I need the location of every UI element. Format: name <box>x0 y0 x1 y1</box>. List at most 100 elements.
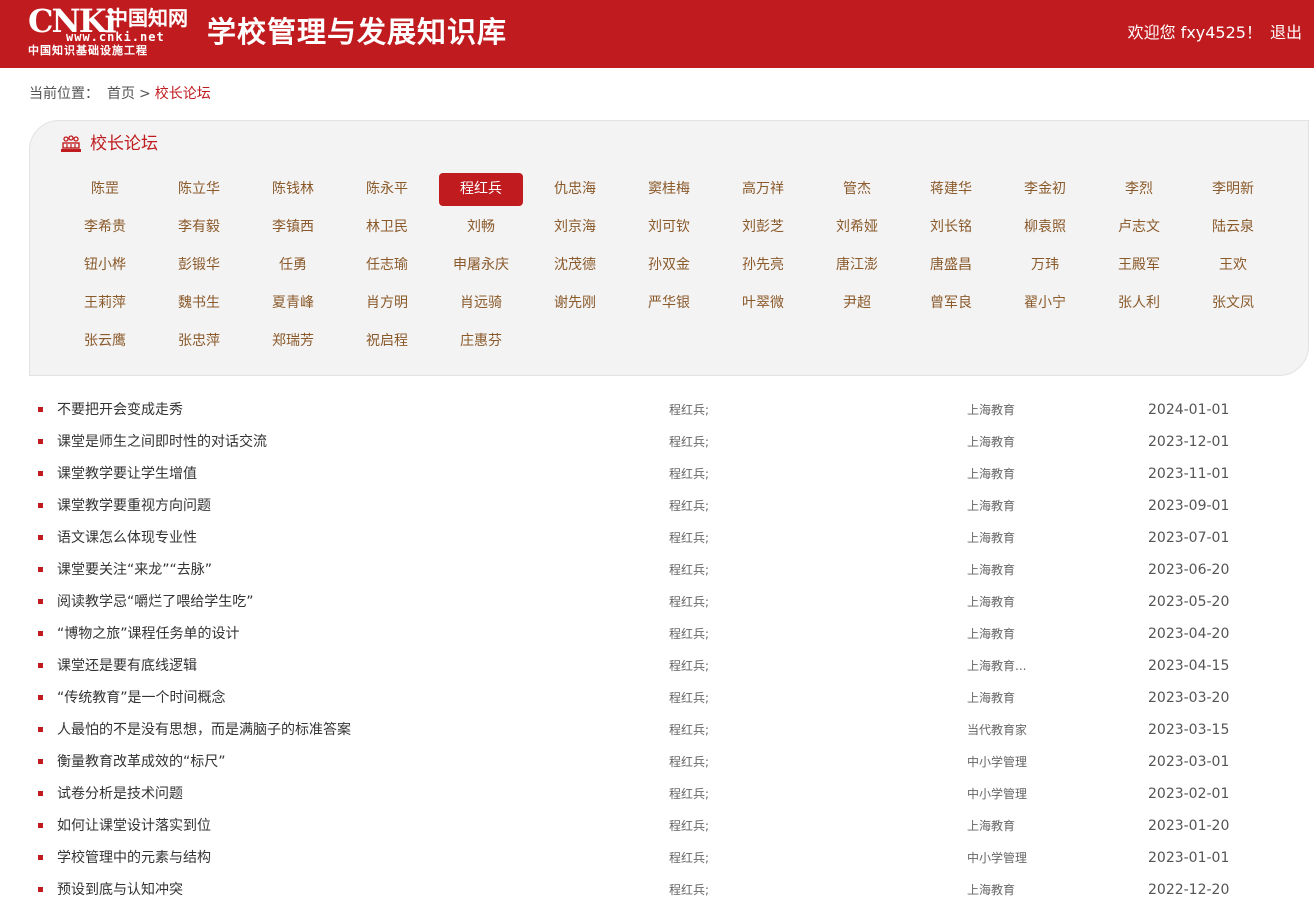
principal-name-item[interactable]: 肖远骑 <box>434 287 528 320</box>
logo-cn: 中国知网 <box>108 6 188 30</box>
principal-name-item[interactable]: 沈茂德 <box>528 249 622 282</box>
article-row: 试卷分析是技术问题 程红兵; 中小学管理 2023-02-01 <box>29 778 1299 810</box>
principal-name-item[interactable]: 庄惠芬 <box>434 325 528 358</box>
principal-name-item[interactable]: 李希贵 <box>58 211 152 244</box>
cnki-logo[interactable]: CNKi 中国知网 www.cnki.net 中国知识基础设施工程 <box>28 4 188 60</box>
principal-name-item[interactable]: 张忠萍 <box>152 325 246 358</box>
article-row: 人最怕的不是没有思想，而是满脑子的标准答案 程红兵; 当代教育家 2023-03-15 <box>29 714 1299 746</box>
principal-name-item[interactable]: 张云鹰 <box>58 325 152 358</box>
principal-name-item[interactable]: 王欢 <box>1186 249 1280 282</box>
article-title-link[interactable]: 不要把开会变成走秀 <box>57 400 183 420</box>
principal-name-item[interactable]: 刘畅 <box>434 211 528 244</box>
principal-name-item[interactable]: 李明新 <box>1186 173 1280 206</box>
article-title-link[interactable]: 课堂还是要有底线逻辑 <box>57 656 197 676</box>
logout-link[interactable]: 退出 <box>1270 23 1302 42</box>
principal-name-item[interactable]: 林卫民 <box>340 211 434 244</box>
principal-name-item[interactable]: 张文凤 <box>1186 287 1280 320</box>
bullet-icon <box>38 823 43 828</box>
article-title-link[interactable]: 语文课怎么体现专业性 <box>57 528 197 548</box>
article-source: 上海教育 <box>967 563 1016 577</box>
principal-name-item[interactable]: 彭锻华 <box>152 249 246 282</box>
article-title-link[interactable]: 预设到底与认知冲突 <box>57 880 183 897</box>
principal-name-item[interactable]: 陈永平 <box>340 173 434 206</box>
article-author: 程红兵; <box>669 883 710 897</box>
article-title-link[interactable]: 衡量教育改革成效的“标尺” <box>57 752 226 772</box>
article-title-link[interactable]: 课堂要关注“来龙”“去脉” <box>57 560 212 580</box>
article-title-link[interactable]: 人最怕的不是没有思想，而是满脑子的标准答案 <box>57 720 351 740</box>
principal-name-item[interactable]: 李有毅 <box>152 211 246 244</box>
principal-name-item[interactable]: 仇忠海 <box>528 173 622 206</box>
breadcrumb-current: 校长论坛 <box>154 86 211 102</box>
breadcrumb-label: 当前位置： <box>29 86 99 102</box>
principal-name-item[interactable]: 祝启程 <box>340 325 434 358</box>
article-date: 2023-07-01 <box>1148 530 1230 546</box>
welcome-text: 欢迎您 fxy4525！ <box>1127 23 1262 42</box>
bullet-icon <box>38 663 43 668</box>
principal-name-item[interactable]: 张人利 <box>1092 287 1186 320</box>
principal-name-item[interactable]: 郑瑞芳 <box>246 325 340 358</box>
article-title-link[interactable]: 学校管理中的元素与结构 <box>57 848 211 868</box>
principal-name-item[interactable]: 谢先刚 <box>528 287 622 320</box>
article-author: 程红兵; <box>669 851 710 865</box>
principal-name-item[interactable]: 夏青峰 <box>246 287 340 320</box>
principal-name-item[interactable]: 刘彭芝 <box>716 211 810 244</box>
article-date: 2024-01-01 <box>1148 402 1230 418</box>
bullet-icon <box>38 695 43 700</box>
article-author: 程红兵; <box>669 627 710 641</box>
principal-name-item[interactable]: 王莉萍 <box>58 287 152 320</box>
article-list: 不要把开会变成走秀程红兵; 上海教育 2024-01-01 课堂是师生之间即时性的对话… <box>29 394 1299 897</box>
principal-name-item[interactable]: 李金初 <box>998 173 1092 206</box>
principal-name-item[interactable]: 曾军良 <box>904 287 998 320</box>
principal-name-item[interactable]: 陈立华 <box>152 173 246 206</box>
article-source: 上海教育 <box>967 499 1016 513</box>
article-source: 上海教育 <box>967 467 1016 481</box>
article-date: 2023-04-20 <box>1148 626 1230 642</box>
principal-name-item[interactable]: 刘京海 <box>528 211 622 244</box>
principal-name-item[interactable]: 刘长铭 <box>904 211 998 244</box>
article-source: 中小学管理 <box>967 787 1028 801</box>
principal-name-item[interactable]: 任志瑜 <box>340 249 434 282</box>
principal-name-item[interactable]: 唐江澎 <box>810 249 904 282</box>
principal-name-item[interactable]: 卢志文 <box>1092 211 1186 244</box>
principal-name-item[interactable]: 严华银 <box>622 287 716 320</box>
principal-name-item[interactable]: 陆云泉 <box>1186 211 1280 244</box>
principal-name-item[interactable]: 王殿军 <box>1092 249 1186 282</box>
principal-name-active[interactable]: 程红兵 <box>439 173 523 206</box>
principal-name-item[interactable]: 任勇 <box>246 249 340 282</box>
article-row: 衡量教育改革成效的“标尺” 程红兵; 中小学管理 2023-03-01 <box>29 746 1299 778</box>
article-date: 2023-12-01 <box>1148 434 1230 450</box>
breadcrumb-home-link[interactable]: 首页 <box>107 86 135 102</box>
principal-name-item[interactable]: 钮小桦 <box>58 249 152 282</box>
article-title-link[interactable]: 阅读教学忌“嚼烂了喂给学生吃” <box>57 592 254 612</box>
principal-name-item[interactable]: 孙双金 <box>622 249 716 282</box>
article-title-link[interactable]: 课堂是师生之间即时性的对话交流 <box>57 432 267 452</box>
principal-name-item[interactable]: 刘希娅 <box>810 211 904 244</box>
principal-name-item[interactable]: 申屠永庆 <box>434 249 528 282</box>
principal-name-item[interactable]: 柳袁照 <box>998 211 1092 244</box>
article-title-link[interactable]: “传统教育”是一个时间概念 <box>57 688 226 708</box>
principal-name-item[interactable]: 叶翠微 <box>716 287 810 320</box>
principal-name-item[interactable]: 陈钱林 <box>246 173 340 206</box>
principal-name-item[interactable]: 高万祥 <box>716 173 810 206</box>
principal-name-item[interactable]: 肖方明 <box>340 287 434 320</box>
article-title-link[interactable]: 课堂教学要让学生增值 <box>57 464 197 484</box>
article-title-link[interactable]: 如何让课堂设计落实到位 <box>57 816 211 836</box>
principal-name-item[interactable]: 翟小宁 <box>998 287 1092 320</box>
principal-name-item[interactable]: 魏书生 <box>152 287 246 320</box>
principal-name-item[interactable]: 窦桂梅 <box>622 173 716 206</box>
principal-name-item[interactable]: 李镇西 <box>246 211 340 244</box>
article-title-link[interactable]: 课堂教学要重视方向问题 <box>57 496 211 516</box>
principal-name-item[interactable]: 唐盛昌 <box>904 249 998 282</box>
principal-name-item[interactable]: 李烈 <box>1092 173 1186 206</box>
principal-name-item[interactable]: 孙先亮 <box>716 249 810 282</box>
user-area: 欢迎您 fxy4525！ 退出 <box>1128 22 1302 44</box>
principal-name-item[interactable]: 蒋建华 <box>904 173 998 206</box>
principal-name-item[interactable]: 管杰 <box>810 173 904 206</box>
principal-name-item[interactable]: 尹超 <box>810 287 904 320</box>
article-author: 程红兵; <box>669 531 710 545</box>
principal-name-item[interactable]: 陈罡 <box>58 173 152 206</box>
principal-name-item[interactable]: 刘可钦 <box>622 211 716 244</box>
principal-name-item[interactable]: 万玮 <box>998 249 1092 282</box>
article-title-link[interactable]: 试卷分析是技术问题 <box>57 784 183 804</box>
article-title-link[interactable]: “博物之旅”课程任务单的设计 <box>57 624 240 644</box>
